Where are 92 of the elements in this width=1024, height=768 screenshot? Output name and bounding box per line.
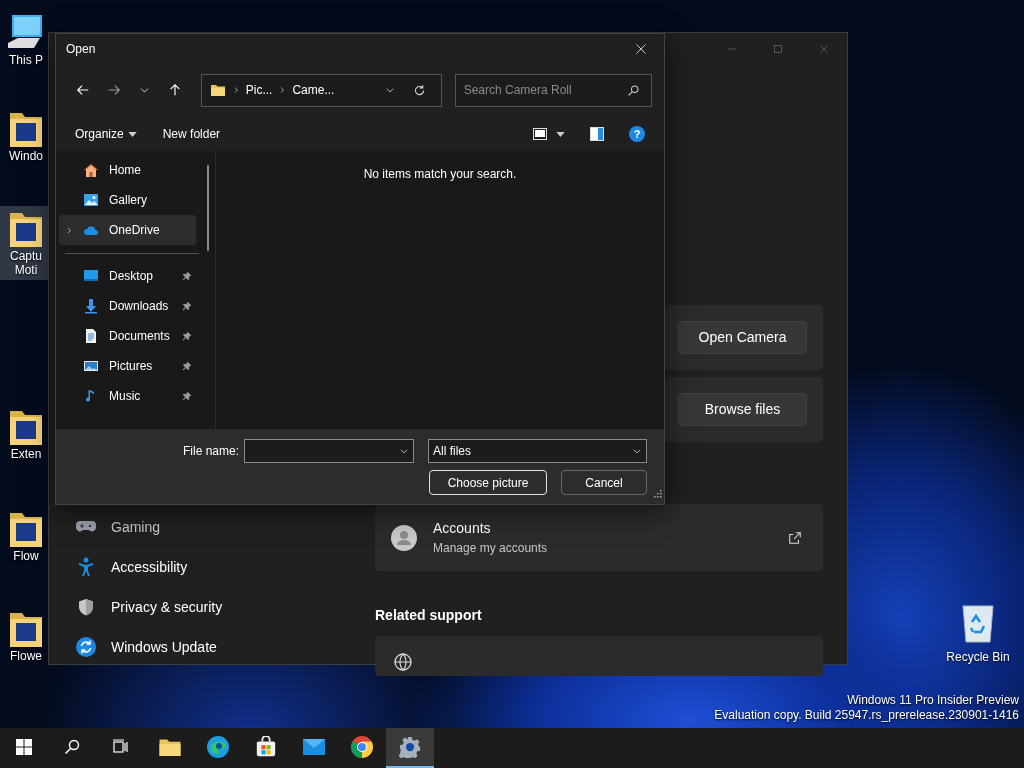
shield-icon (78, 598, 94, 616)
section-heading: Related support (375, 606, 483, 625)
pin-icon (182, 361, 192, 371)
nav-item[interactable]: Home (59, 155, 196, 185)
chevron-right-icon (65, 225, 73, 235)
chevron-right-icon (278, 86, 287, 94)
pin-icon (182, 331, 192, 341)
resize-grip-icon (654, 489, 662, 498)
layout-icon (532, 126, 548, 142)
picture-icon (83, 192, 99, 208)
task-view-icon (112, 739, 128, 755)
build-info-text: Evaluation copy. Build 25947.rs_prerelease.230901-1416 (714, 708, 1019, 723)
breadcrumb-item[interactable]: Pic... (245, 81, 273, 99)
house-icon (83, 162, 99, 178)
desktop-shortcut[interactable]: Recycle Bin (940, 600, 1016, 666)
desktop-shortcut[interactable]: Windo (0, 106, 52, 166)
icon-label: Exten (10, 447, 42, 461)
dialog-button[interactable]: Cancel (561, 470, 647, 495)
icon-label: Flow (13, 549, 39, 563)
file-name-field[interactable] (244, 439, 414, 463)
download-arrow-icon (83, 298, 99, 314)
refresh-icon (413, 83, 427, 97)
address-bar[interactable]: Pic... Came... (200, 73, 442, 107)
action-button[interactable]: Browse files (678, 393, 807, 426)
icon-label: Flowe (10, 649, 42, 663)
chevron-down-icon (384, 85, 395, 95)
close-icon (635, 42, 647, 55)
search-icon (64, 739, 80, 755)
caret-down-icon (127, 131, 137, 137)
build-info-text: Windows 11 Pro Insider Preview (846, 693, 1019, 708)
nav-item[interactable]: Gaming (69, 507, 375, 547)
avatar-icon (391, 524, 417, 551)
search-icon (627, 83, 640, 97)
nav-item[interactable]: Downloads (59, 291, 196, 321)
settings-button[interactable] (386, 728, 434, 768)
card-title: Accounts (433, 519, 492, 538)
nav-item[interactable]: Documents (59, 321, 196, 351)
nav-item[interactable]: OneDrive (59, 215, 196, 245)
nav-item[interactable]: Music (59, 381, 196, 411)
scrollbar-thumb[interactable] (207, 165, 209, 251)
pin-icon (182, 271, 192, 281)
organize-menu[interactable]: Organize (68, 121, 144, 147)
nav-item[interactable]: Desktop (59, 261, 196, 291)
external-link-icon (788, 530, 802, 545)
pin-icon (182, 301, 192, 311)
person-icon (78, 557, 94, 577)
browser-icon (206, 735, 230, 759)
breadcrumb-item[interactable]: Came... (292, 81, 335, 99)
nav-item[interactable]: Accessibility (69, 547, 375, 587)
gamepad-icon (76, 520, 96, 534)
icon-label: Recycle Bin (946, 649, 1010, 666)
nav-item[interactable]: Windows Update (69, 627, 375, 667)
pin-icon (182, 391, 192, 401)
icon-label: Windo (9, 149, 43, 163)
pane-icon (589, 126, 605, 142)
empty-message: No items match your search. (363, 166, 517, 183)
search-field[interactable]: Search Camera Roll (454, 73, 652, 107)
action-button[interactable]: Open Camera (678, 321, 807, 354)
close-icon (819, 44, 829, 54)
desktop-shortcut[interactable]: Exten (0, 404, 52, 464)
dialog-button[interactable]: Choose picture (429, 470, 547, 495)
left-arrow-icon (76, 83, 91, 97)
picture-icon (83, 358, 99, 374)
desktop-shortcut[interactable]: This P (0, 10, 52, 70)
nav-item[interactable]: Privacy & security (69, 587, 375, 627)
chevron-down-icon (632, 446, 642, 456)
new-folder-button[interactable]: New folder (155, 121, 228, 147)
sync-icon (76, 637, 96, 657)
help-button[interactable]: ? (622, 122, 652, 146)
up-arrow-icon (167, 83, 182, 97)
caret-down-icon (556, 131, 565, 137)
nav-item[interactable]: Gallery (59, 185, 196, 215)
four-squares-icon (16, 739, 32, 755)
icon-label: Captu (10, 249, 42, 263)
file-type-dropdown[interactable]: All files (428, 439, 647, 463)
icon-label: This P (9, 53, 43, 67)
desktop-shortcut[interactable]: Flow (0, 506, 52, 566)
globe-icon (393, 652, 413, 672)
icon-label: Moti (14, 263, 38, 277)
document-icon (83, 328, 99, 344)
field-label: File name: (182, 443, 239, 460)
shopping-bag-icon (255, 736, 277, 758)
gear-icon (399, 736, 421, 758)
maximize-icon (773, 44, 783, 54)
chevron-down-icon (399, 446, 409, 456)
dialog-title: Open (66, 40, 96, 58)
nav-item[interactable]: Pictures (59, 351, 196, 381)
desktop-shortcut[interactable]: Flowe (0, 606, 52, 666)
card-subtitle: Manage my accounts (433, 540, 549, 557)
screen-icon (83, 268, 99, 284)
browser-icon (350, 735, 374, 759)
right-arrow-icon (106, 83, 121, 97)
